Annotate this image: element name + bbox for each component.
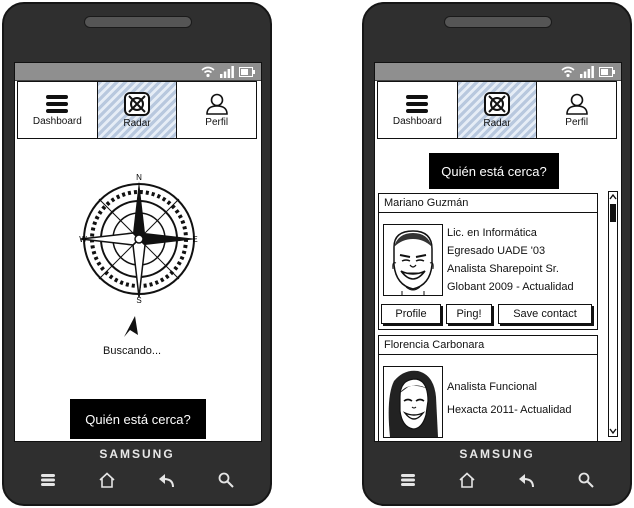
wifi-icon	[201, 66, 215, 77]
phone-screen: Dashboard Radar Perfil N S E W Buscando.…	[14, 62, 262, 442]
detail-line: Lic. en Informática	[447, 227, 537, 239]
phone-screen: Dashboard Radar Perfil Quién está cerca?…	[374, 62, 622, 442]
tab-label: Perfil	[205, 116, 229, 128]
nearby-button[interactable]: Quién está cerca?	[70, 399, 206, 439]
status-bar	[15, 63, 261, 81]
menu-button[interactable]	[33, 467, 63, 493]
scroll-up-icon[interactable]	[609, 193, 617, 201]
tab-radar[interactable]: Radar	[457, 82, 538, 138]
radar-icon	[124, 91, 150, 116]
nearby-button[interactable]: Quién está cerca?	[429, 153, 559, 189]
detail-line: Analista Funcional	[447, 381, 537, 393]
search-icon	[578, 472, 594, 488]
brand-label: SAMSUNG	[99, 447, 175, 461]
search-button[interactable]	[211, 467, 241, 493]
tab-radar[interactable]: Radar	[97, 82, 178, 138]
tab-perfil[interactable]: Perfil	[177, 82, 257, 138]
back-button[interactable]	[512, 467, 542, 493]
earpiece	[444, 16, 552, 28]
compass-label-e: E	[192, 235, 197, 244]
person-card: Florencia Carbonara Analista Funcional H…	[378, 335, 598, 441]
tab-label: Radar	[123, 117, 151, 129]
ping-button[interactable]: Ping!	[446, 304, 492, 324]
home-icon	[99, 472, 115, 488]
user-icon	[565, 93, 588, 115]
tab-bar: Dashboard Radar Perfil	[17, 81, 257, 139]
avatar	[383, 224, 443, 296]
face-meme-icon	[392, 230, 434, 295]
back-button[interactable]	[152, 467, 182, 493]
back-icon	[518, 474, 534, 488]
avatar	[383, 366, 443, 438]
tab-dashboard[interactable]: Dashboard	[378, 82, 458, 138]
tab-label: Radar	[483, 117, 511, 129]
right-phone: Dashboard Radar Perfil Quién está cerca?…	[362, 2, 632, 506]
search-icon	[218, 472, 234, 488]
menu-icon	[400, 474, 415, 486]
status-bar	[375, 63, 621, 81]
home-button[interactable]	[452, 467, 482, 493]
tab-label: Dashboard	[392, 115, 442, 127]
tab-dashboard[interactable]: Dashboard	[18, 82, 98, 138]
compass-label-n: N	[136, 173, 142, 182]
search-button[interactable]	[571, 467, 601, 493]
compass-icon: N S E W	[79, 173, 197, 303]
menu-button[interactable]	[393, 467, 423, 493]
detail-line: Egresado UADE '03	[447, 245, 546, 257]
detail-line: Hexacta 2011- Actualidad	[447, 404, 572, 416]
person-details: Lic. en Informática Egresado UADE '03 An…	[447, 224, 574, 296]
menu-icon	[46, 94, 69, 113]
home-button[interactable]	[92, 467, 122, 493]
scroll-down-icon[interactable]	[609, 427, 617, 435]
home-icon	[459, 472, 475, 488]
menu-icon	[40, 474, 55, 486]
battery-icon	[239, 66, 255, 77]
wifi-icon	[561, 66, 575, 77]
face-meme-icon	[388, 370, 438, 437]
profile-button[interactable]: Profile	[381, 304, 441, 324]
signal-icon	[220, 65, 234, 78]
person-details: Analista Funcional Hexacta 2011- Actuali…	[447, 376, 572, 422]
tab-perfil[interactable]: Perfil	[537, 82, 617, 138]
signal-icon	[580, 65, 594, 78]
scrollbar[interactable]	[608, 191, 618, 437]
left-phone: Dashboard Radar Perfil N S E W Buscando.…	[2, 2, 272, 506]
save-contact-button[interactable]: Save contact	[498, 304, 592, 324]
location-arrow-icon	[124, 316, 138, 337]
tab-bar: Dashboard Radar Perfil	[377, 81, 617, 139]
person-name: Mariano Guzmán	[379, 194, 597, 213]
user-icon	[205, 93, 228, 115]
menu-icon	[406, 94, 429, 113]
person-name: Florencia Carbonara	[379, 336, 597, 355]
detail-line: Globant 2009 - Actualidad	[447, 281, 574, 293]
battery-icon	[599, 66, 615, 77]
earpiece	[84, 16, 192, 28]
nav-bar	[378, 466, 616, 494]
person-card: Mariano Guzmán Lic. en Informática Egres…	[378, 193, 598, 330]
nav-bar	[18, 466, 256, 494]
radar-icon	[484, 91, 510, 116]
brand-label: SAMSUNG	[459, 447, 535, 461]
compass-label-s: S	[136, 296, 141, 303]
tab-label: Perfil	[565, 116, 589, 128]
tab-label: Dashboard	[32, 115, 82, 127]
compass-label-w: W	[79, 235, 87, 244]
back-icon	[158, 474, 174, 488]
scroll-thumb[interactable]	[610, 204, 616, 222]
detail-line: Analista Sharepoint Sr.	[447, 263, 559, 275]
searching-text: Buscando...	[103, 345, 162, 357]
